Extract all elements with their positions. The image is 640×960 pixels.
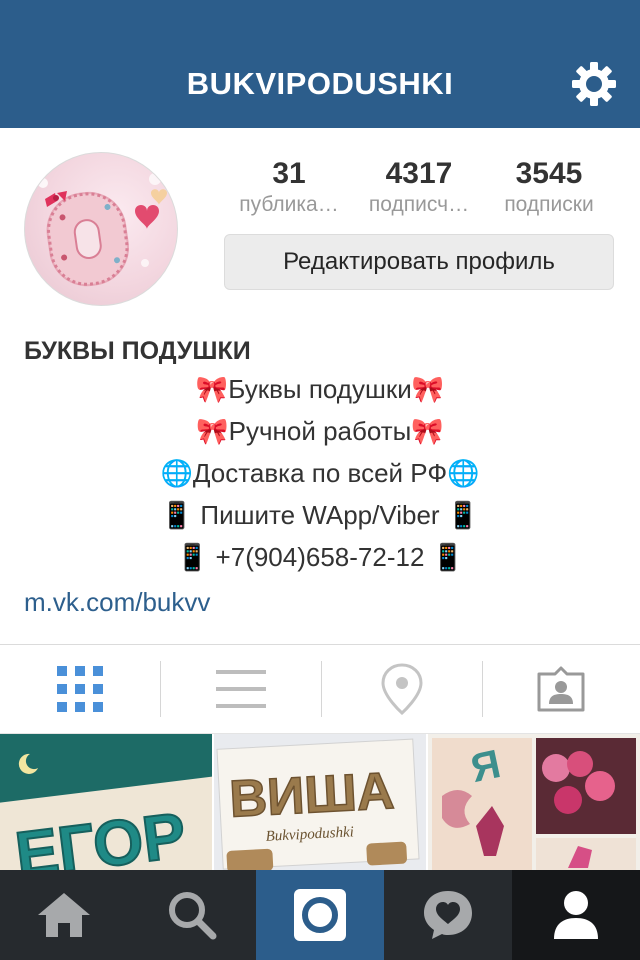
stat-followers[interactable]: 4317 подписч… xyxy=(354,156,484,218)
stat-posts-count: 31 xyxy=(272,157,306,190)
camera-icon xyxy=(294,889,346,941)
tab-camera[interactable] xyxy=(256,870,384,960)
profile-icon xyxy=(554,891,598,939)
search-icon xyxy=(169,892,217,940)
stat-following[interactable]: 3545 подписки xyxy=(484,156,614,218)
stat-followers-label: подписч… xyxy=(368,193,470,216)
bio-line: 📱 +7(904)658-72-12 📱 xyxy=(175,542,465,572)
activity-heart-icon xyxy=(424,891,472,939)
stat-following-count: 3545 xyxy=(515,157,583,190)
list-icon xyxy=(216,670,266,708)
bio-line: 📱 Пишите WApp/Viber 📱 xyxy=(160,500,480,530)
photo-thumbnail[interactable]: ВИША Bukvipodushki xyxy=(214,734,426,870)
photo-image: ЕГОР xyxy=(0,734,212,870)
gear-icon[interactable] xyxy=(570,60,618,108)
tagged-photos-icon xyxy=(537,666,585,712)
location-pin-icon xyxy=(381,663,423,715)
bio-line: 🎀Ручной работы🎀 xyxy=(196,416,444,446)
top-nav-bar: BUKVIPODUSHKI xyxy=(0,0,640,128)
grid-view-button[interactable] xyxy=(0,645,160,733)
photo-image: ВИША Bukvipodushki xyxy=(214,734,426,870)
home-icon xyxy=(38,893,90,937)
map-view-button[interactable] xyxy=(322,645,482,733)
bio-line: 🎀Буквы подушки🎀 xyxy=(195,374,445,404)
avatar[interactable] xyxy=(24,152,178,306)
tab-activity[interactable] xyxy=(384,870,512,960)
photo-letters: ВИША xyxy=(228,762,396,829)
tab-profile[interactable] xyxy=(512,870,640,960)
list-view-button[interactable] xyxy=(161,645,321,733)
profile-name: БУКВЫ ПОДУШКИ xyxy=(24,337,251,365)
stat-posts-label: публика… xyxy=(239,193,339,216)
profile-bio: 🎀Буквы подушки🎀 🎀Ручной работы🎀 🌐Доставк… xyxy=(0,368,640,578)
profile-stats: 31 публика… 4317 подписч… 3545 подписки xyxy=(224,156,614,220)
photo-thumbnail[interactable]: Я xyxy=(428,734,640,870)
tab-search[interactable] xyxy=(128,870,256,960)
tagged-view-button[interactable] xyxy=(481,645,640,733)
grid-icon xyxy=(57,666,103,712)
bio-line: 🌐Доставка по всей РФ🌐 xyxy=(160,458,480,488)
username-title: BUKVIPODUSHKI xyxy=(186,66,454,101)
avatar-image xyxy=(38,173,167,287)
photo-image: Я xyxy=(428,734,640,870)
tab-home[interactable] xyxy=(0,870,128,960)
stat-following-label: подписки xyxy=(504,193,594,216)
bottom-tab-bar xyxy=(0,870,640,960)
edit-profile-button[interactable]: Редактировать профиль xyxy=(224,234,614,290)
stat-posts[interactable]: 31 публика… xyxy=(224,156,354,218)
profile-website-link[interactable]: m.vk.com/bukvv xyxy=(24,584,210,620)
photo-thumbnail[interactable]: ЕГОР xyxy=(0,734,212,870)
photo-grid: ЕГОР ВИША Bukvipodushki Я xyxy=(0,734,640,870)
stat-followers-count: 4317 xyxy=(385,157,453,190)
view-switcher xyxy=(0,644,640,734)
